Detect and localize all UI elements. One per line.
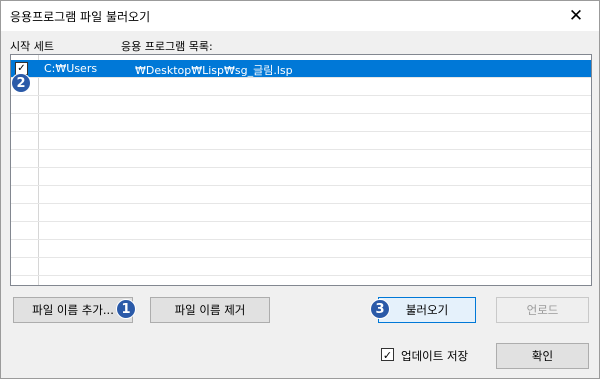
file-path-left: C:₩Users	[44, 62, 98, 75]
title-bar: 응용프로그램 파일 불러오기 ✕	[1, 1, 599, 31]
add-file-button[interactable]: 파일 이름 추가...	[13, 297, 133, 323]
list-row-empty	[11, 168, 591, 186]
step-badge-1: 1	[116, 299, 136, 319]
ok-button[interactable]: 확인	[496, 343, 589, 369]
list-row-empty	[11, 258, 591, 276]
app-file-list[interactable]: ✓ C:₩Users ₩Desktop₩Lisp₩sg_글림.lsp	[10, 54, 592, 286]
file-path-right: ₩Desktop₩Lisp₩sg_글림.lsp	[135, 64, 293, 77]
list-item[interactable]: ✓ C:₩Users ₩Desktop₩Lisp₩sg_글림.lsp	[11, 60, 591, 78]
list-row-empty	[11, 96, 591, 114]
app-list-label: 응용 프로그램 목록:	[121, 40, 213, 53]
list-row-empty	[11, 132, 591, 150]
list-row-empty	[11, 78, 591, 96]
update-save-checkbox[interactable]: ✓	[381, 348, 394, 362]
list-row-empty	[11, 150, 591, 168]
list-row-empty	[11, 240, 591, 258]
unload-button[interactable]: 언로드	[496, 297, 589, 323]
step-badge-2: 2	[11, 73, 31, 93]
window-title: 응용프로그램 파일 불러오기	[10, 10, 151, 24]
update-save-label: 업데이트 저장	[401, 349, 469, 363]
list-row-empty	[11, 222, 591, 240]
close-icon[interactable]: ✕	[553, 1, 599, 31]
list-row-empty	[11, 114, 591, 132]
step-badge-3: 3	[370, 299, 390, 319]
start-set-label: 시작 세트	[10, 40, 54, 53]
list-row-empty	[11, 186, 591, 204]
list-row-empty	[11, 204, 591, 222]
load-button[interactable]: 불러오기	[378, 297, 476, 323]
remove-file-button[interactable]: 파일 이름 제거	[150, 297, 270, 323]
dialog-window: 응용프로그램 파일 불러오기 ✕ 시작 세트 응용 프로그램 목록: ✓ C:₩…	[0, 0, 600, 379]
